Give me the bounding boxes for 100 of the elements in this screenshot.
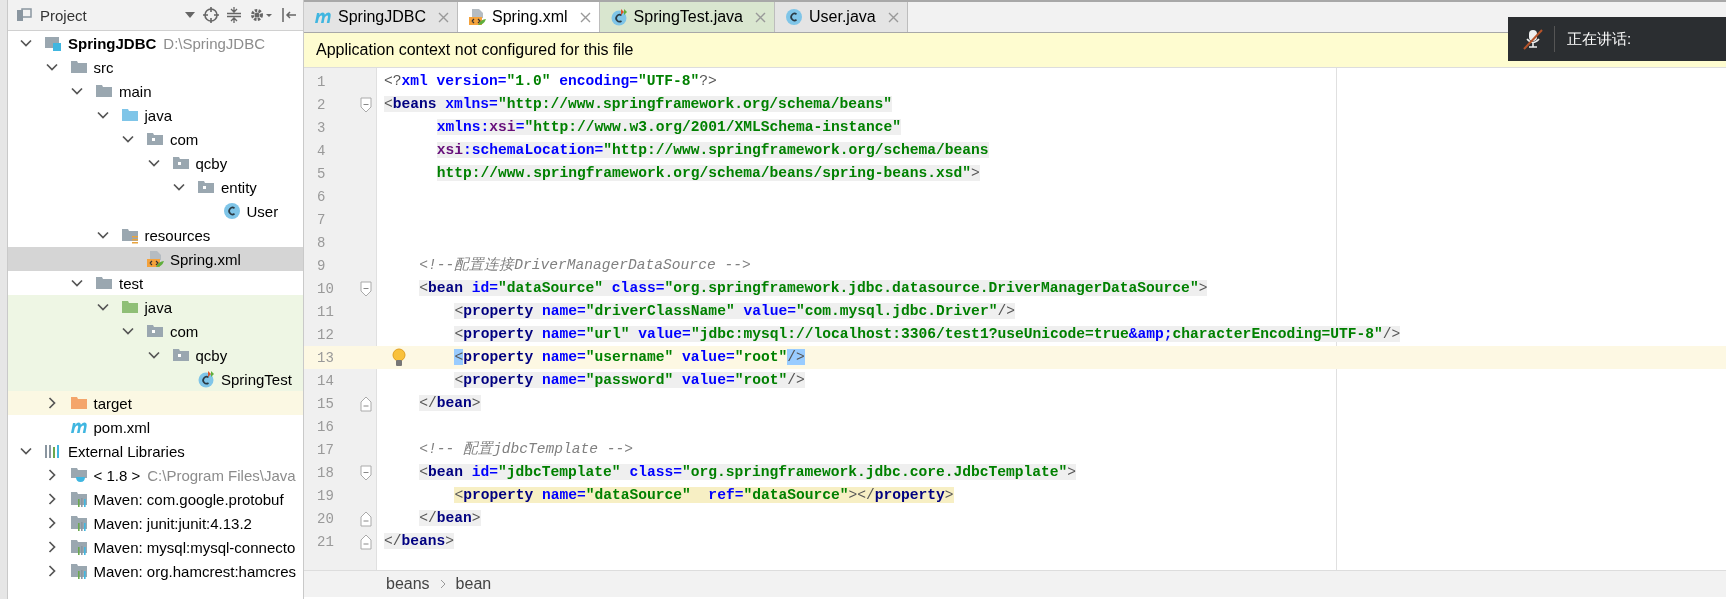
line-number: 3: [316, 119, 327, 136]
breadcrumb[interactable]: beans: [386, 575, 430, 593]
tree-item[interactable]: resources: [8, 223, 303, 247]
folder-icon: [171, 346, 190, 364]
panel-title: Project: [40, 6, 88, 24]
settings-icon[interactable]: [249, 7, 273, 23]
lightbulb-icon[interactable]: [392, 348, 406, 367]
tree-item[interactable]: entity: [8, 175, 303, 199]
tree-item[interactable]: java: [8, 103, 303, 127]
tree-item[interactable]: src: [8, 55, 303, 79]
chevron-down-icon[interactable]: [122, 133, 134, 145]
collapse-icon[interactable]: [227, 7, 241, 23]
tree-item[interactable]: target: [8, 391, 303, 415]
line-number: 1: [316, 73, 327, 90]
chevron-down-icon[interactable]: [96, 109, 109, 121]
file-icon: [468, 8, 487, 26]
code-line: <!--配置连接DriverManagerDataSource -->: [419, 256, 751, 275]
tree-item[interactable]: User: [8, 199, 303, 223]
code-line: <bean id="dataSource" class="org.springframework.jdbc.datasource.DriverManagerDataSource">: [419, 279, 1208, 298]
editor-tab[interactable]: SpringTest.java: [599, 2, 775, 32]
tree-item[interactable]: qcby: [8, 151, 303, 175]
line-number: 17: [316, 441, 335, 458]
tree-item[interactable]: com: [8, 319, 303, 343]
chevron-down-icon[interactable]: [147, 157, 160, 169]
tree-item[interactable]: SpringTest: [8, 367, 303, 391]
chevron-down-icon[interactable]: [71, 85, 83, 97]
tree-item[interactable]: SpringJDBC D:\SpringJDBC: [8, 31, 303, 55]
panel-icon: [16, 7, 32, 23]
editor-tab[interactable]: Spring.xml: [458, 2, 600, 32]
chevron-down-icon[interactable]: [20, 445, 32, 457]
code-line: <property name="url" value="jdbc:mysql://localhost:3306/test1?useUnicode=true&amp;characterEncoding=UTF-8"/>: [454, 325, 1401, 344]
code-line: <beans xmlns="http://www.springframework.org/schema/beans": [384, 95, 892, 114]
folder-icon: [95, 82, 113, 100]
tree-item[interactable]: < 1.8 > C:\Program Files\Java: [8, 463, 303, 487]
code-line: </bean>: [419, 394, 481, 413]
line-number: 14: [316, 372, 335, 389]
code-line: http://www.springframework.org/schema/beans/spring-beans.xsd">: [436, 164, 980, 183]
folder-icon: [146, 130, 164, 148]
tree-item[interactable]: Maven: com.google.protobuf: [8, 487, 303, 511]
fold-marker-icon[interactable]: [360, 464, 372, 481]
chevron-right-icon: [439, 579, 446, 589]
line-number: 16: [316, 418, 335, 435]
muted-microphone-icon[interactable]: [1522, 28, 1544, 50]
tree-item[interactable]: External Libraries: [8, 439, 303, 463]
tree-item[interactable]: java: [8, 295, 303, 319]
dropdown-icon[interactable]: [185, 12, 195, 18]
tree-item[interactable]: main: [8, 79, 303, 103]
tree-item[interactable]: Maven: mysql:mysql-connecto: [8, 535, 303, 559]
path-hint: C:\Program Files\Java: [147, 466, 296, 484]
line-number: 4: [316, 142, 327, 159]
tree-item[interactable]: Maven: org.hamcrest:hamcres: [8, 559, 303, 583]
target-icon[interactable]: [203, 7, 219, 23]
code-line: xmlns:xsi="http://www.w3.org/2001/XMLSchema-instance": [436, 118, 901, 137]
fold-marker-icon[interactable]: [360, 395, 372, 412]
editor-tab[interactable]: SpringJDBC: [304, 2, 459, 32]
breadcrumb[interactable]: bean: [455, 575, 492, 593]
folder-icon: [120, 106, 139, 124]
folder-icon: [120, 226, 139, 244]
chevron-down-icon[interactable]: [45, 61, 58, 73]
line-number: 7: [316, 211, 327, 228]
line-number: 9: [316, 257, 327, 274]
code-line: </beans>: [384, 532, 455, 551]
folder-icon: [69, 490, 88, 508]
line-number: 21: [316, 533, 335, 550]
line-number: 11: [316, 303, 335, 320]
folder-icon: [69, 466, 88, 484]
chevron-down-icon[interactable]: [147, 349, 160, 361]
tree-item[interactable]: qcby: [8, 343, 303, 367]
code-line: <property name="username" value="root"/>: [454, 348, 805, 367]
folder-icon: [95, 274, 113, 292]
code-line: <?xml version="1.0" encoding="UTF-8"?>: [384, 72, 717, 91]
tree-item[interactable]: Spring.xml: [8, 247, 303, 271]
line-number: 20: [316, 510, 335, 527]
class-icon: [785, 8, 803, 26]
editor-tab[interactable]: User.java: [775, 2, 908, 32]
line-number: 2: [316, 96, 327, 113]
folder-icon: [146, 322, 164, 340]
file-icon: [146, 250, 164, 268]
close-icon[interactable]: [579, 11, 591, 23]
class-icon: [222, 202, 241, 220]
code-line: <property name="password" value="root"/>: [454, 371, 805, 390]
fold-marker-icon[interactable]: [360, 533, 372, 550]
tree-item[interactable]: Maven: junit:junit:4.13.2: [8, 511, 303, 535]
chevron-down-icon[interactable]: [96, 301, 109, 313]
folder-icon: [197, 178, 215, 196]
chevron-down-icon[interactable]: [122, 325, 134, 337]
tree-item[interactable]: test: [8, 271, 303, 295]
chevron-down-icon[interactable]: [71, 277, 83, 289]
chevron-down-icon[interactable]: [20, 37, 32, 49]
chevron-down-icon[interactable]: [96, 229, 109, 241]
fold-marker-icon[interactable]: [360, 96, 372, 113]
hide-panel-icon[interactable]: [281, 7, 297, 23]
folder-icon: [69, 394, 88, 412]
line-number: 10: [316, 280, 335, 297]
tree-item[interactable]: com: [8, 127, 303, 151]
fold-marker-icon[interactable]: [360, 510, 372, 527]
chevron-down-icon[interactable]: [173, 181, 185, 193]
fold-marker-icon[interactable]: [360, 280, 372, 297]
folder-icon: [171, 154, 190, 172]
tree-item[interactable]: pom.xml: [8, 415, 303, 439]
